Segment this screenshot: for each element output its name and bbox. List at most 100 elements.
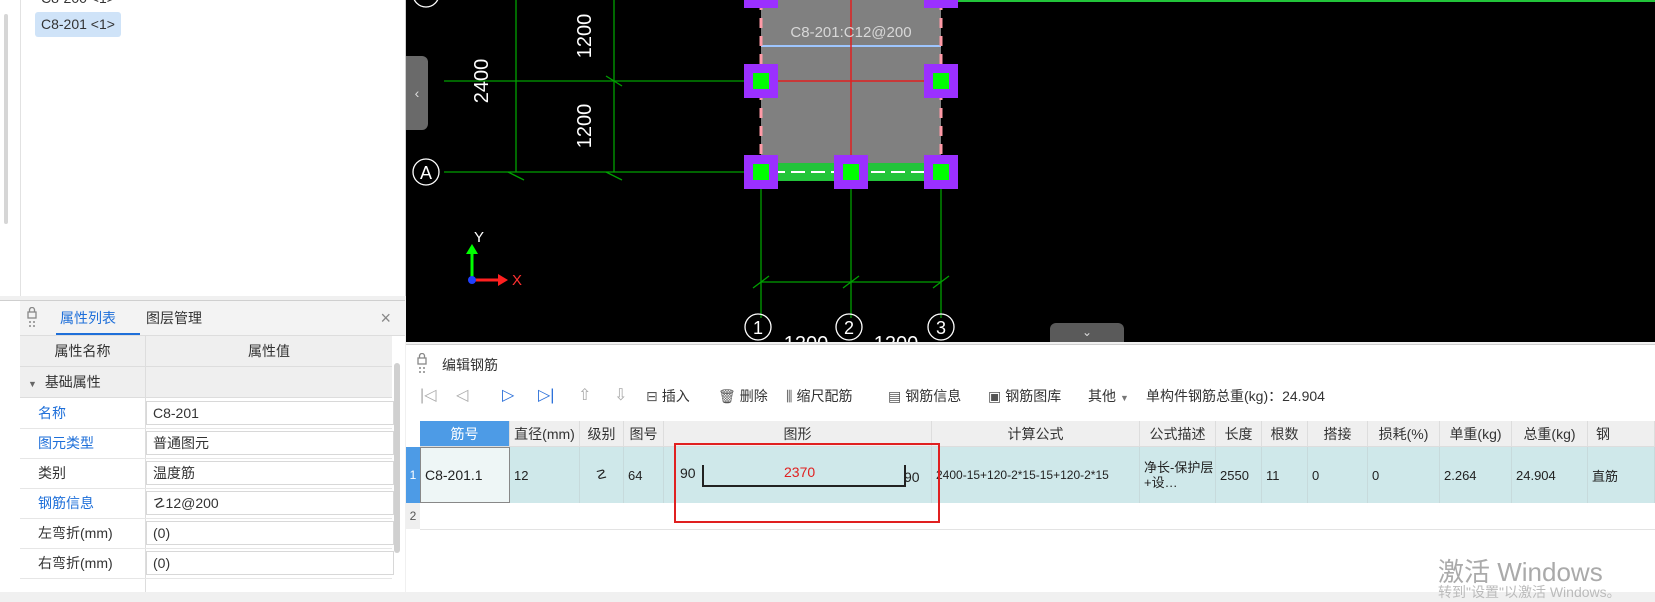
- cell-length[interactable]: 2550: [1216, 447, 1262, 503]
- active-tab-underline: [56, 333, 140, 335]
- tree-item-c8-201[interactable]: C8-201 <1>: [35, 12, 121, 37]
- column-header-loss[interactable]: 损耗(%): [1368, 421, 1440, 447]
- row-number[interactable]: 2: [406, 503, 420, 529]
- property-table-header: 属性名称 属性值: [20, 336, 392, 367]
- cell-grade[interactable]: ☡: [580, 447, 624, 503]
- cell-diameter[interactable]: 12: [510, 447, 580, 503]
- property-value-input[interactable]: (0): [146, 521, 394, 545]
- column-header-lap[interactable]: 搭接: [1308, 421, 1368, 447]
- axis-label-2: 2: [844, 318, 854, 338]
- column-header-bar-number[interactable]: 筋号: [420, 421, 510, 447]
- cell-type[interactable]: 直筋: [1588, 447, 1655, 503]
- beam-top[interactable]: [896, 0, 1655, 2]
- previous-record-icon[interactable]: ◁: [456, 381, 468, 411]
- rebar-toolbar: |◁ ◁ ▷ ▷| ⇧ ⇩ ⊟ 插入 🗑 删除 ⫼ 缩尺配筋 ▤ 钢筋信息 ▣ 钢筋图库 …: [406, 381, 1655, 411]
- property-group-label: 基础属性: [44, 374, 101, 390]
- first-record-icon[interactable]: |◁: [420, 381, 436, 411]
- total-weight-label: 单构件钢筋总重(kg)：24.904: [1146, 388, 1325, 404]
- component-tree-panel: C8-200 <1> C8-201 <1>: [0, 0, 406, 296]
- property-row-rebar-info: 钢筋信息 ☡12@200: [20, 488, 394, 519]
- column-header-total-weight[interactable]: 总重(kg): [1512, 421, 1588, 447]
- next-record-icon[interactable]: ▷: [502, 381, 514, 411]
- property-tabs: 属性列表 图层管理 ×: [20, 301, 405, 336]
- column-header-grade[interactable]: 级别: [580, 421, 624, 447]
- tree-divider: [20, 0, 21, 296]
- dimension-label: 2400: [471, 59, 493, 104]
- table-row[interactable]: 1 C8-201.1 12 ☡ 64 90 2370 90 2400-15+12…: [406, 447, 1655, 503]
- trash-icon: 🗑: [718, 388, 736, 404]
- move-down-icon[interactable]: ⇩: [614, 381, 627, 411]
- cad-drawing[interactable]: A 1 2 3 1200 2400 1200 1200 1200 C8-201:…: [406, 0, 1655, 342]
- property-panel: 属性列表 图层管理 × 属性名称 属性值 ▼ 基础属性 名称 C8-201 图元…: [0, 300, 405, 592]
- lock-icon[interactable]: [416, 353, 428, 375]
- column-property-name[interactable]: 属性名称: [20, 336, 145, 366]
- column-header-description[interactable]: 公式描述: [1140, 421, 1216, 447]
- tree-scrollbar[interactable]: [4, 14, 8, 224]
- property-value-input[interactable]: 温度筋: [146, 461, 394, 485]
- axis-label-3: 3: [936, 318, 946, 338]
- cell-unit-weight[interactable]: 2.264: [1440, 447, 1512, 503]
- column-header-count[interactable]: 根数: [1262, 421, 1308, 447]
- rebar-library-button[interactable]: ▣ 钢筋图库: [988, 381, 1061, 411]
- delete-button[interactable]: 🗑 删除: [718, 381, 768, 411]
- table-row-empty[interactable]: [420, 503, 1655, 530]
- shape-highlight-box: [674, 443, 940, 523]
- property-value-input[interactable]: ☡12@200: [146, 491, 394, 515]
- property-row-right-bend: 右弯折(mm) (0): [20, 548, 394, 579]
- tab-layer-management[interactable]: 图层管理: [146, 301, 202, 335]
- property-group-basic[interactable]: ▼ 基础属性: [20, 367, 392, 398]
- column-header-formula[interactable]: 计算公式: [932, 421, 1140, 447]
- tree-item-c8-200[interactable]: C8-200 <1>: [35, 0, 121, 11]
- cell-lap[interactable]: 0: [1308, 447, 1368, 503]
- cell-count[interactable]: 11: [1262, 447, 1308, 503]
- scale-rebar-button[interactable]: ⫼ 缩尺配筋: [786, 381, 852, 411]
- property-label: 类别: [38, 465, 66, 481]
- rebar-annotation[interactable]: C8-201:C12@200: [790, 24, 911, 41]
- collapse-bottom-panel-button[interactable]: ⌄: [1050, 323, 1124, 342]
- other-dropdown[interactable]: 其他 ▼: [1088, 381, 1129, 411]
- column-header-diameter[interactable]: 直径(mm): [510, 421, 580, 447]
- dimension-label: 1200: [874, 333, 919, 342]
- cell-description[interactable]: 净长-保护层+设…: [1140, 447, 1216, 503]
- cell-bar-number[interactable]: C8-201.1: [420, 447, 510, 503]
- lock-icon[interactable]: [26, 307, 38, 329]
- axis-label-a: A: [420, 163, 432, 183]
- dimension-label: 1200: [784, 333, 829, 342]
- dimension-label: 1200: [574, 104, 596, 149]
- insert-button[interactable]: ⊟ 插入: [646, 381, 690, 411]
- column-header-unit-weight[interactable]: 单重(kg): [1440, 421, 1512, 447]
- cell-total-weight[interactable]: 24.904: [1512, 447, 1588, 503]
- cell-loss[interactable]: 0: [1368, 447, 1440, 503]
- tab-property-list[interactable]: 属性列表: [60, 301, 116, 335]
- move-up-icon[interactable]: ⇧: [578, 381, 591, 411]
- rebar-info-button[interactable]: ▤ 钢筋信息: [888, 381, 961, 411]
- property-scrollbar[interactable]: [394, 363, 400, 553]
- property-row-name: 名称 C8-201: [20, 398, 394, 429]
- panel-title: 编辑钢筋: [442, 357, 498, 373]
- dimension-label: 1200: [574, 14, 596, 59]
- row-number[interactable]: 1: [406, 447, 420, 503]
- column-header-type[interactable]: 钢: [1588, 421, 1655, 447]
- column-header-figure-no[interactable]: 图号: [624, 421, 664, 447]
- close-icon[interactable]: ×: [380, 301, 391, 335]
- collapse-triangle-icon[interactable]: ▼: [28, 379, 37, 389]
- property-row-left-bend: 左弯折(mm) (0): [20, 518, 394, 549]
- property-label: 右弯折(mm): [38, 555, 113, 571]
- column-header-length[interactable]: 长度: [1216, 421, 1262, 447]
- property-value-input[interactable]: C8-201: [146, 401, 394, 425]
- cell-formula[interactable]: 2400-15+120-2*15-15+120-2*15: [932, 447, 1140, 503]
- property-label: 图元类型: [38, 435, 94, 451]
- property-label: 左弯折(mm): [38, 525, 113, 541]
- cell-figure-no[interactable]: 64: [624, 447, 664, 503]
- collapse-left-panel-button[interactable]: ‹: [406, 56, 428, 130]
- column-property-value[interactable]: 属性值: [146, 336, 392, 366]
- insert-icon: ⊟: [646, 388, 658, 404]
- axis-y-label: Y: [474, 229, 484, 246]
- property-value-input[interactable]: (0): [146, 551, 394, 575]
- cad-canvas[interactable]: A 1 2 3 1200 2400 1200 1200 1200 C8-201:…: [406, 0, 1655, 342]
- property-value-input[interactable]: 普通图元: [146, 431, 394, 455]
- axis-x-label: X: [512, 272, 522, 289]
- last-record-icon[interactable]: ▷|: [538, 381, 554, 411]
- ruler-icon: ⫼: [786, 388, 793, 404]
- property-label: 钢筋信息: [38, 495, 94, 511]
